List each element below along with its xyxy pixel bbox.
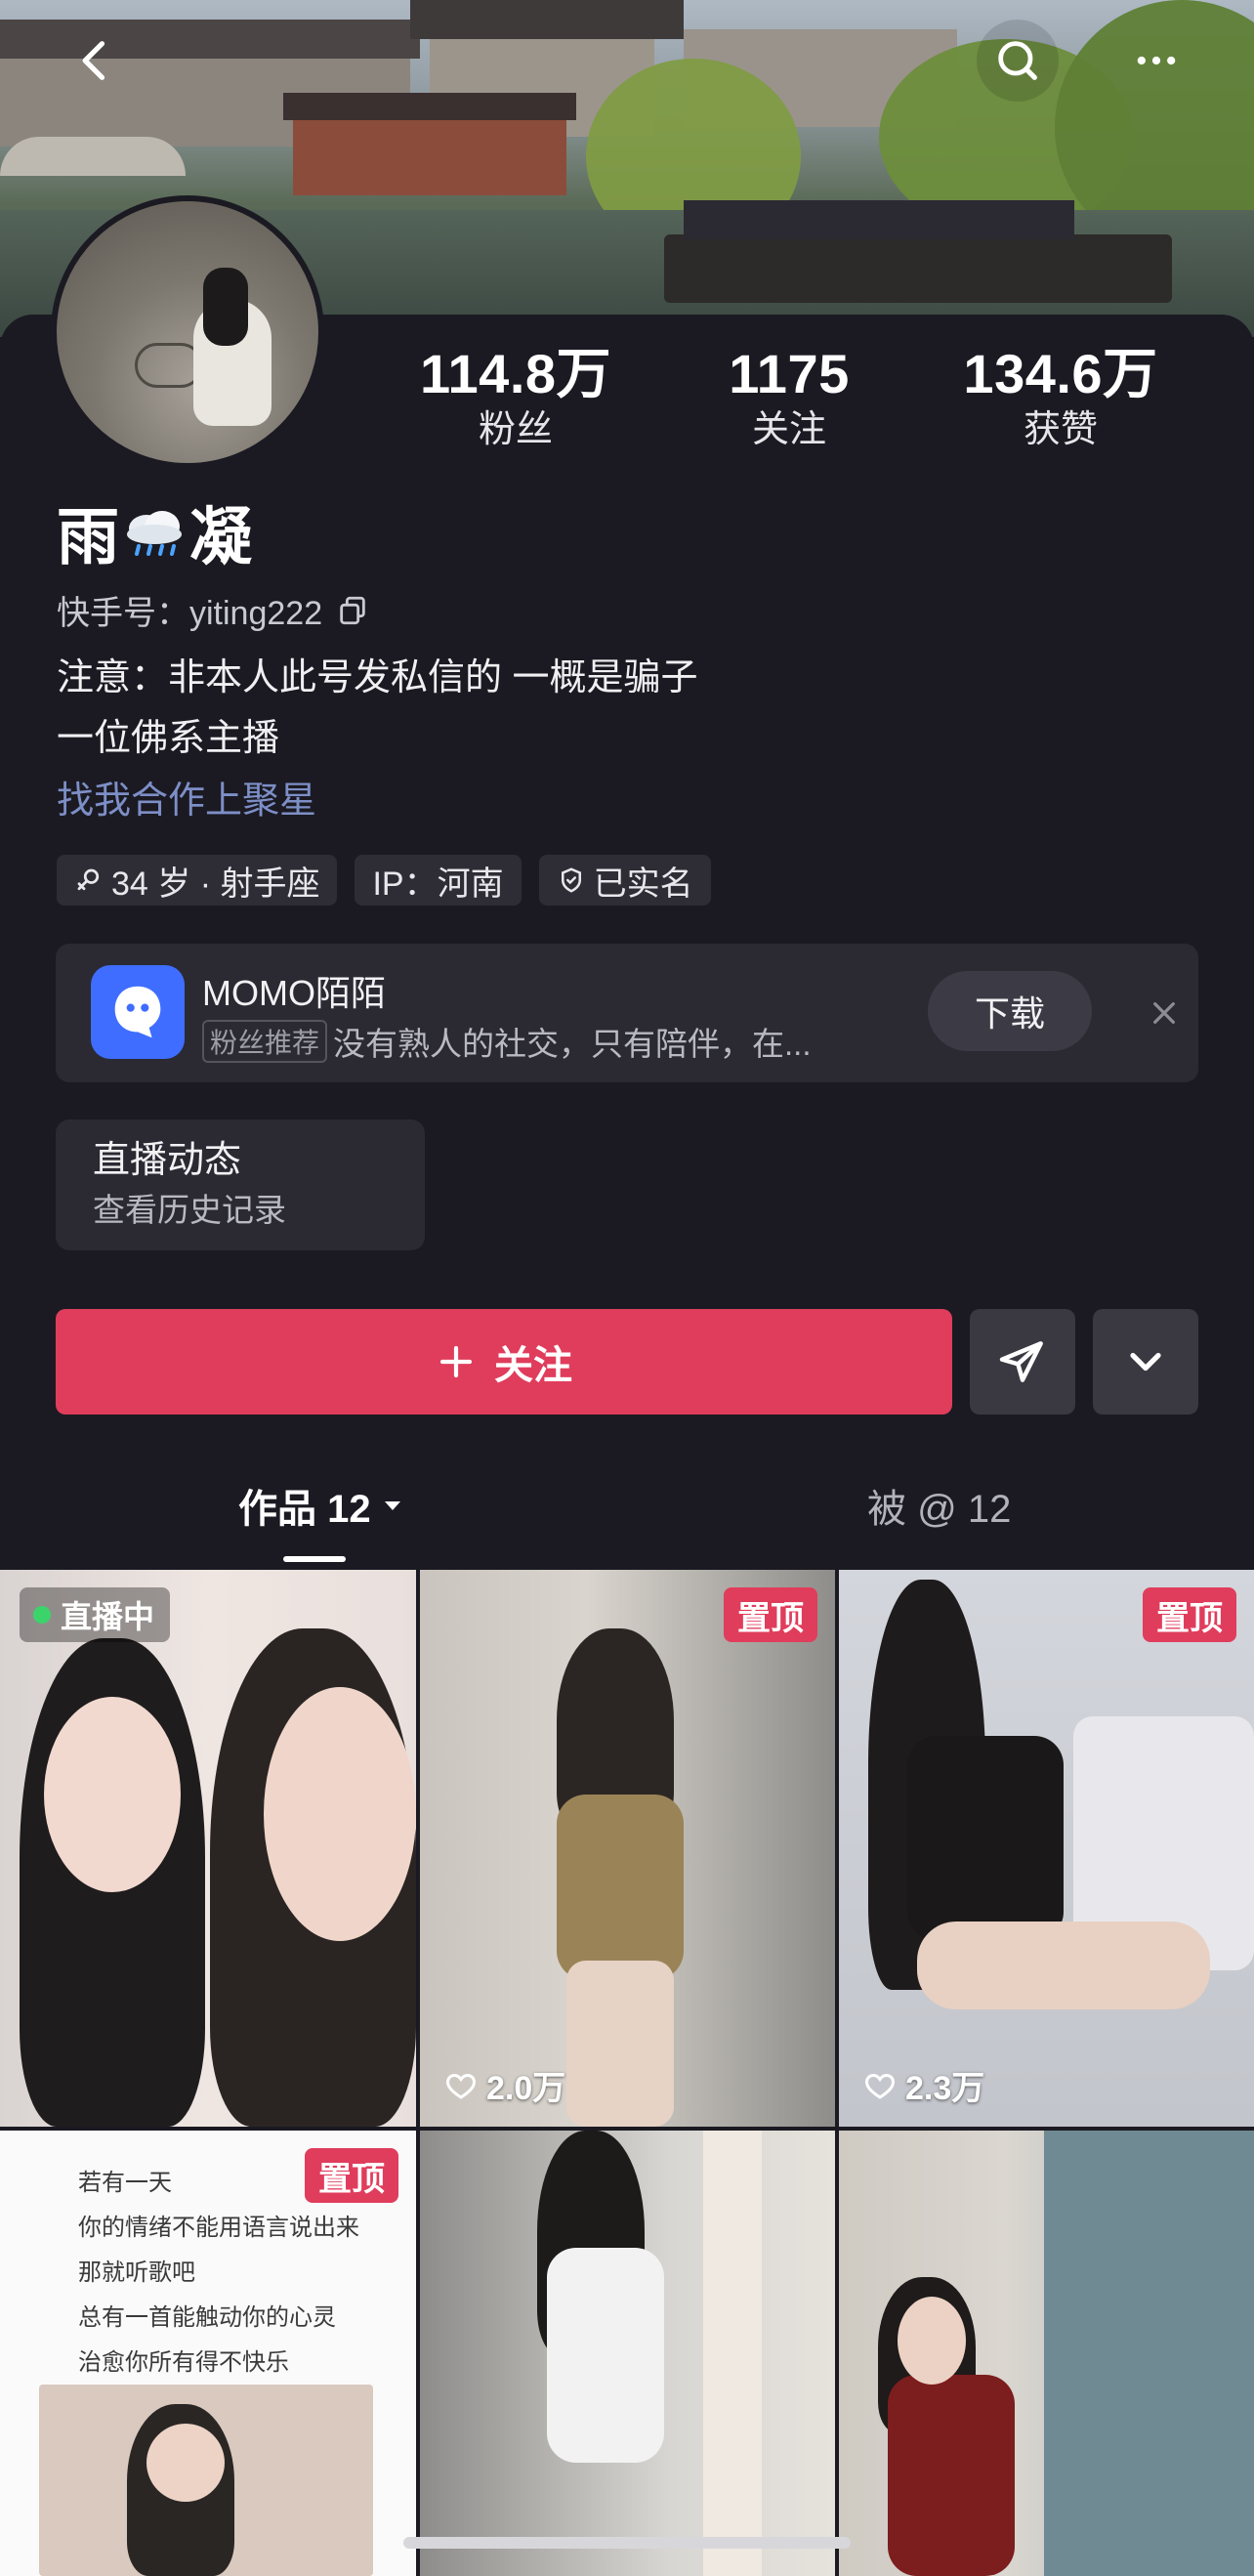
stat-following-label: 关注 [751, 409, 826, 450]
video-tile-4[interactable]: 若有一天 你的情绪不能用语言说出来 那就听歌吧 总有一首能触动你的心灵 治愈你所… [0, 2131, 416, 2576]
live-history-title: 直播动态 [93, 1140, 242, 1181]
profile-tags: 34 岁 · 射手座 IP：河南 已实名 [57, 855, 711, 906]
video-tile-3[interactable]: 置顶 2.3万 [839, 1570, 1254, 2127]
follow-label: 关注 [494, 1344, 572, 1387]
close-icon [1153, 1002, 1175, 1024]
ad-badge: 粉丝推荐 [202, 1020, 328, 1063]
tab-works-label: 作品 12 [238, 1488, 371, 1531]
send-icon [999, 1341, 1043, 1382]
more-button[interactable] [1115, 20, 1197, 102]
tab-indicator [283, 1556, 346, 1562]
ad-card[interactable]: MOMO陌陌 粉丝推荐 没有熟人的社交，只有陪伴，在... 下载 [56, 944, 1198, 1082]
female-icon [77, 868, 100, 891]
likes-count: 2.0万 [443, 2061, 565, 2109]
bio-line-1: 注意：非本人此号发私信的 一概是骗子 [57, 657, 698, 698]
search-button[interactable] [977, 20, 1059, 102]
plus-icon [439, 1345, 473, 1378]
expand-button[interactable] [1093, 1309, 1198, 1415]
stat-fans[interactable]: 114.8万 粉丝 [389, 342, 643, 453]
poem-line: 治愈你所有得不快乐 [78, 2348, 289, 2376]
home-indicator [403, 2537, 851, 2549]
stat-following[interactable]: 1175 关注 [662, 342, 916, 453]
chevron-down-icon [1130, 1352, 1161, 1372]
tag-verified-label: 已实名 [593, 865, 693, 903]
likes-value: 2.3万 [905, 2070, 985, 2107]
bio-line-2: 一位佛系主播 [57, 718, 280, 759]
live-badge-label: 直播中 [61, 1599, 155, 1634]
live-history-subtitle: 查看历史记录 [93, 1192, 286, 1228]
close-ad-button[interactable] [1140, 989, 1189, 1037]
momo-app-icon [91, 965, 185, 1059]
stat-likes[interactable]: 134.6万 获赞 [934, 342, 1188, 453]
search-icon [998, 41, 1037, 80]
user-id-text: 快手号：yiting222 [57, 595, 323, 632]
likes-count: 2.3万 [862, 2061, 984, 2109]
tag-age-label: 34 岁 · 射手座 [111, 865, 320, 903]
tab-mentioned[interactable]: 被 @ 12 [867, 1477, 1011, 1534]
video-tile-5[interactable] [420, 2131, 835, 2576]
caret-down-icon [384, 1501, 400, 1510]
bio-link[interactable]: 找我合作上聚星 [57, 772, 316, 830]
avatar[interactable] [51, 195, 324, 469]
ad-subtitle: 粉丝推荐 没有熟人的社交，只有陪伴，在... [202, 1018, 812, 1065]
profile-name-last: 凝 [189, 502, 252, 572]
back-button[interactable] [55, 20, 137, 102]
video-tile-live[interactable]: 直播中 [0, 1570, 416, 2127]
tag-verified: 已实名 [538, 855, 711, 906]
tab-mentioned-label: 被 @ 12 [867, 1488, 1012, 1531]
copy-icon[interactable] [336, 594, 369, 627]
download-button[interactable]: 下载 [928, 971, 1092, 1051]
tag-ip: IP：河南 [355, 855, 522, 906]
chevron-left-icon [82, 41, 105, 80]
message-button[interactable] [970, 1309, 1075, 1415]
profile-name-first: 雨 [57, 502, 119, 572]
poem-line: 你的情绪不能用语言说出来 [78, 2214, 359, 2241]
stat-likes-value: 134.6万 [963, 343, 1158, 404]
pinned-badge: 置顶 [305, 2148, 398, 2203]
stat-fans-label: 粉丝 [478, 409, 553, 450]
stat-following-value: 1175 [729, 343, 850, 404]
live-history-card[interactable]: 直播动态 查看历史记录 [56, 1119, 425, 1250]
heart-icon [445, 2073, 477, 2099]
rain-cloud-icon [119, 503, 189, 581]
heart-icon [864, 2073, 896, 2099]
tag-ip-label: IP：河南 [372, 865, 504, 903]
tag-age: 34 岁 · 射手座 [57, 855, 338, 906]
pinned-badge: 置顶 [724, 1587, 817, 1642]
tab-works[interactable]: 作品 12 [238, 1477, 404, 1534]
ad-title: MOMO陌陌 [202, 973, 386, 1013]
stat-likes-label: 获赞 [1023, 409, 1098, 450]
shield-check-icon [561, 867, 581, 893]
video-tile-2[interactable]: 置顶 2.0万 [420, 1570, 835, 2127]
pinned-badge: 置顶 [1143, 1587, 1236, 1642]
stat-fans-value: 114.8万 [419, 343, 612, 404]
profile-name: 雨凝 [57, 498, 252, 581]
likes-value: 2.0万 [486, 2070, 566, 2107]
more-dots-icon [1137, 56, 1176, 65]
follow-button[interactable]: 关注 [56, 1309, 952, 1415]
poem-line: 那就听歌吧 [78, 2259, 195, 2286]
ad-desc: 没有熟人的社交，只有陪伴，在... [333, 1026, 812, 1062]
video-tile-6[interactable] [839, 2131, 1254, 2576]
user-id: 快手号：yiting222 [57, 586, 369, 634]
poem-line: 总有一首能触动你的心灵 [78, 2303, 336, 2331]
live-badge: 直播中 [20, 1587, 171, 1642]
